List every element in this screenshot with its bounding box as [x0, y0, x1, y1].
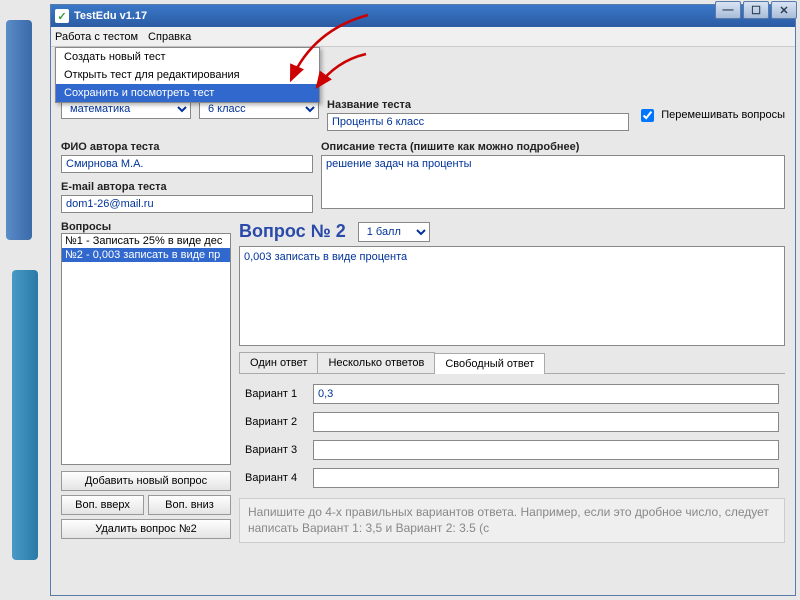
variant-3-input[interactable]: [313, 440, 779, 460]
delete-question-button[interactable]: Удалить вопрос №2: [61, 519, 231, 539]
app-window: ✓ TestEdu v1.17 — ☐ ✕ Работа с тестом Сп…: [50, 4, 796, 596]
question-text-area[interactable]: 0,003 записать в виде процента: [239, 246, 785, 346]
app-icon: ✓: [55, 9, 69, 23]
menu-item-open-test[interactable]: Открыть тест для редактирования: [56, 66, 319, 84]
test-name-label: Название теста: [327, 99, 629, 111]
variant-2-input[interactable]: [313, 412, 779, 432]
variant-label: Вариант 2: [245, 416, 305, 428]
variant-1-input[interactable]: [313, 384, 779, 404]
menu-item-new-test[interactable]: Создать новый тест: [56, 48, 319, 66]
menu-dropdown: Создать новый тест Открыть тест для реда…: [55, 47, 320, 103]
variant-label: Вариант 3: [245, 444, 305, 456]
menu-help[interactable]: Справка: [148, 31, 191, 43]
question-item[interactable]: №2 - 0,003 записать в виде пр: [62, 248, 230, 262]
titlebar: ✓ TestEdu v1.17: [51, 5, 795, 27]
author-input[interactable]: [61, 155, 313, 173]
question-item[interactable]: №1 - Записать 25% в виде дес: [62, 234, 230, 248]
shuffle-label: Перемешивать вопросы: [661, 109, 785, 121]
maximize-button[interactable]: ☐: [743, 1, 769, 19]
author-label: ФИО автора теста: [61, 141, 313, 153]
questions-listbox[interactable]: №1 - Записать 25% в виде дес №2 - 0,003 …: [61, 233, 231, 465]
questions-label: Вопросы: [61, 221, 231, 233]
description-textarea[interactable]: решение задач на проценты: [321, 155, 785, 209]
close-button[interactable]: ✕: [771, 1, 797, 19]
email-input[interactable]: [61, 195, 313, 213]
app-title: TestEdu v1.17: [74, 10, 147, 22]
email-label: E-mail автора теста: [61, 181, 313, 193]
menu-work-with-test[interactable]: Работа с тестом: [55, 31, 138, 43]
variant-label: Вариант 4: [245, 472, 305, 484]
hint-text: Напишите до 4-х правильных вариантов отв…: [239, 498, 785, 543]
move-up-button[interactable]: Воп. вверх: [61, 495, 144, 515]
tab-multi-answer[interactable]: Несколько ответов: [317, 352, 435, 373]
score-select[interactable]: 1 балл: [358, 222, 430, 242]
background-decoration: [12, 270, 38, 560]
move-down-button[interactable]: Воп. вниз: [148, 495, 231, 515]
background-decoration: [6, 20, 32, 240]
add-question-button[interactable]: Добавить новый вопрос: [61, 471, 231, 491]
menu-item-save-preview[interactable]: Сохранить и посмотреть тест: [56, 84, 319, 102]
minimize-button[interactable]: —: [715, 1, 741, 19]
shuffle-checkbox[interactable]: [641, 109, 654, 122]
tab-single-answer[interactable]: Один ответ: [239, 352, 318, 373]
window-controls: — ☐ ✕: [715, 1, 797, 19]
variant-4-input[interactable]: [313, 468, 779, 488]
test-name-input[interactable]: [327, 113, 629, 131]
question-title: Вопрос № 2: [239, 221, 346, 242]
variant-label: Вариант 1: [245, 388, 305, 400]
description-label: Описание теста (пишите как можно подробн…: [321, 141, 785, 153]
answer-type-tabs: Один ответ Несколько ответов Свободный о…: [239, 352, 785, 374]
variants-panel: Вариант 1 Вариант 2 Вариант 3 Вариант 4: [239, 374, 785, 498]
content-area: математика 6 класс Название теста Переме…: [51, 47, 795, 553]
menubar: Работа с тестом Справка: [51, 27, 795, 47]
tab-free-answer[interactable]: Свободный ответ: [434, 353, 545, 374]
shuffle-checkbox-wrap[interactable]: Перемешивать вопросы: [637, 99, 785, 131]
